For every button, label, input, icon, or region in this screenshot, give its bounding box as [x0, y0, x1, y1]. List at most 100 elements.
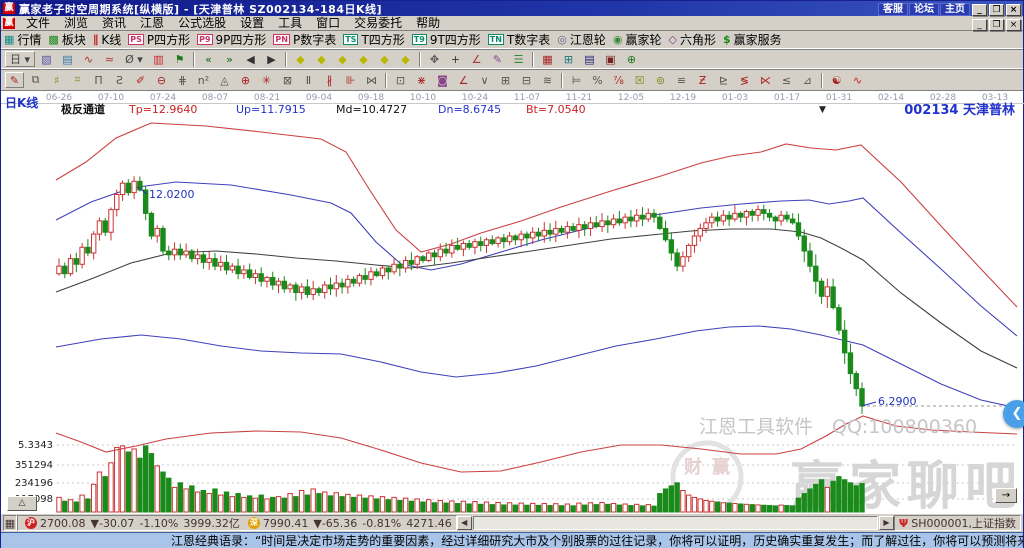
first-bar-icon[interactable]: «: [199, 51, 218, 67]
channel-tool-icon[interactable]: ≶: [735, 72, 754, 88]
triangle-tool-icon[interactable]: ◬: [215, 72, 234, 88]
child-minimize-button[interactable]: _: [972, 19, 987, 31]
next-extreme-icon[interactable]: ◆: [396, 51, 415, 67]
pause-lines-icon[interactable]: Ⅱ: [299, 72, 318, 88]
t-number-table-button[interactable]: TNT数字表: [488, 31, 551, 48]
hand-tool-icon[interactable]: ✥: [425, 51, 444, 67]
trend-line-icon[interactable]: ∿: [79, 51, 98, 67]
add-marker-icon[interactable]: +: [446, 51, 465, 67]
prev-bar-icon[interactable]: ◀: [241, 51, 260, 67]
volume-expand-button[interactable]: △: [7, 496, 37, 511]
menu-窗口[interactable]: 窗口: [309, 16, 347, 30]
window-restore-button[interactable]: ❐: [989, 4, 1004, 16]
window-minimize-button[interactable]: _: [972, 4, 987, 16]
measure-tool-icon[interactable]: ≌: [672, 72, 691, 88]
menu-文件[interactable]: 文件: [19, 16, 57, 30]
window-style-icon[interactable]: ▧: [37, 51, 56, 67]
grid-tool-icon[interactable]: ⧉: [26, 72, 45, 88]
fan-tool-icon[interactable]: ⋉: [756, 72, 775, 88]
grid-plus-icon[interactable]: ⊞: [496, 72, 515, 88]
menu-浏览[interactable]: 浏览: [57, 16, 95, 30]
next-major-low-icon[interactable]: ◆: [312, 51, 331, 67]
prev-major-low-icon[interactable]: ◆: [291, 51, 310, 67]
network-icon[interactable]: ⊕: [622, 51, 641, 67]
menu-资讯[interactable]: 资讯: [95, 16, 133, 30]
scale-dropdown[interactable]: Ø ▾: [121, 51, 147, 67]
stats-tool-icon[interactable]: ☰: [509, 51, 528, 67]
save-icon[interactable]: ▣: [601, 51, 620, 67]
prev-major-high-icon[interactable]: ◆: [333, 51, 352, 67]
gann-grid-icon[interactable]: ♯: [47, 72, 66, 88]
note-tool-icon[interactable]: ✎: [488, 51, 507, 67]
kline-chart[interactable]: 06-2607-1007-2408-0708-2109-0409-1810-10…: [1, 92, 1024, 514]
p-square-button[interactable]: PSP四方形: [128, 31, 190, 48]
horizontal-scrollbar[interactable]: [473, 516, 878, 530]
info-board-icon[interactable]: ▤: [58, 51, 77, 67]
child-restore-button[interactable]: ❐: [989, 19, 1004, 31]
window-close-button[interactable]: ×: [1006, 4, 1021, 16]
p-number-table-button[interactable]: PNP数字表: [273, 31, 336, 48]
winner-service-button[interactable]: $赢家服务: [723, 31, 782, 48]
ruler-tool-icon[interactable]: ⊨: [567, 72, 586, 88]
menu-江恩[interactable]: 江恩: [133, 16, 171, 30]
brush-tool-icon[interactable]: Ƶ: [693, 72, 712, 88]
gann-grid2-icon[interactable]: ⌗: [68, 72, 87, 88]
menu-设置[interactable]: 设置: [233, 16, 271, 30]
sectors-button[interactable]: ▩板块: [48, 31, 85, 48]
wedge-tool-icon[interactable]: ⊵: [714, 72, 733, 88]
scroll-right-button[interactable]: →: [995, 488, 1017, 503]
filled-circle-icon[interactable]: ◙: [433, 72, 452, 88]
kline-style-icon[interactable]: ▥: [149, 51, 168, 67]
period-day-dropdown[interactable]: 日 ▾: [5, 51, 35, 67]
square-of-nine-icon[interactable]: n²: [194, 72, 213, 88]
next-bar-icon[interactable]: ▶: [262, 51, 281, 67]
calendar-icon[interactable]: ▦: [538, 51, 557, 67]
market-quotes-button[interactable]: ▦行情: [4, 31, 41, 48]
trend-line2-icon[interactable]: ≈: [100, 51, 119, 67]
t9-square-button[interactable]: T99T四方形: [412, 31, 481, 48]
market-grid-icon[interactable]: ▦: [3, 515, 17, 531]
waves-tool-icon[interactable]: ≋: [538, 72, 557, 88]
winner-wheel-button[interactable]: ◉赢家轮: [613, 31, 662, 48]
rays-tool-icon[interactable]: ⋇: [412, 72, 431, 88]
slope-tool-icon[interactable]: ⊿: [798, 72, 817, 88]
marker-pen-icon[interactable]: ✐: [131, 72, 150, 88]
current-index-panel[interactable]: Ψ SH000001,上证指数: [894, 515, 1021, 531]
percent-box-icon[interactable]: ⅞: [609, 72, 628, 88]
triple-lines-icon[interactable]: ⊪: [341, 72, 360, 88]
scrollbar-left-button[interactable]: ◀: [457, 516, 472, 530]
panel-collapse-button[interactable]: ❮: [1003, 400, 1024, 428]
parallel-lines-icon[interactable]: ∦: [320, 72, 339, 88]
prev-extreme-icon[interactable]: ◆: [375, 51, 394, 67]
target-tool-icon[interactable]: ⊕: [236, 72, 255, 88]
menu-交易委托[interactable]: 交易委托: [347, 16, 409, 30]
pen-tool-icon[interactable]: ✎: [5, 72, 24, 88]
flag-grid-icon[interactable]: Π: [89, 72, 108, 88]
hash-lines-icon[interactable]: ⋕: [173, 72, 192, 88]
menu-公式选股[interactable]: 公式选股: [171, 16, 233, 30]
taiji-icon[interactable]: ☯: [827, 72, 846, 88]
angle-line-icon[interactable]: ∠: [454, 72, 473, 88]
title-link-support[interactable]: 客服: [878, 3, 908, 16]
circle-cross-icon[interactable]: ⊖: [152, 72, 171, 88]
golden-circle-icon[interactable]: ⊚: [651, 72, 670, 88]
ladder-tool-icon[interactable]: ≤: [777, 72, 796, 88]
wave-icon[interactable]: ∿: [848, 72, 867, 88]
last-bar-icon[interactable]: »: [220, 51, 239, 67]
check-line-icon[interactable]: ∨: [475, 72, 494, 88]
gann-wheel-button[interactable]: ◎江恩轮: [557, 31, 606, 48]
title-link-home[interactable]: 主页: [940, 3, 970, 16]
percent-tool-icon[interactable]: %: [588, 72, 607, 88]
report-icon[interactable]: ▤: [580, 51, 599, 67]
t-square-button[interactable]: TST四方形: [343, 31, 405, 48]
asterisk-tool-icon[interactable]: ✳: [257, 72, 276, 88]
grid-minus-icon[interactable]: ⊟: [517, 72, 536, 88]
title-link-forum[interactable]: 论坛: [909, 3, 939, 16]
spiral-tool-icon[interactable]: Ƨ: [110, 72, 129, 88]
scrollbar-right-button[interactable]: ▶: [879, 516, 894, 530]
golden-section-icon[interactable]: ☒: [630, 72, 649, 88]
child-close-button[interactable]: ×: [1006, 19, 1021, 31]
p9-square-button[interactable]: P99P四方形: [197, 31, 266, 48]
indicator-flag-icon[interactable]: ⚑: [170, 51, 189, 67]
menu-帮助[interactable]: 帮助: [409, 16, 447, 30]
